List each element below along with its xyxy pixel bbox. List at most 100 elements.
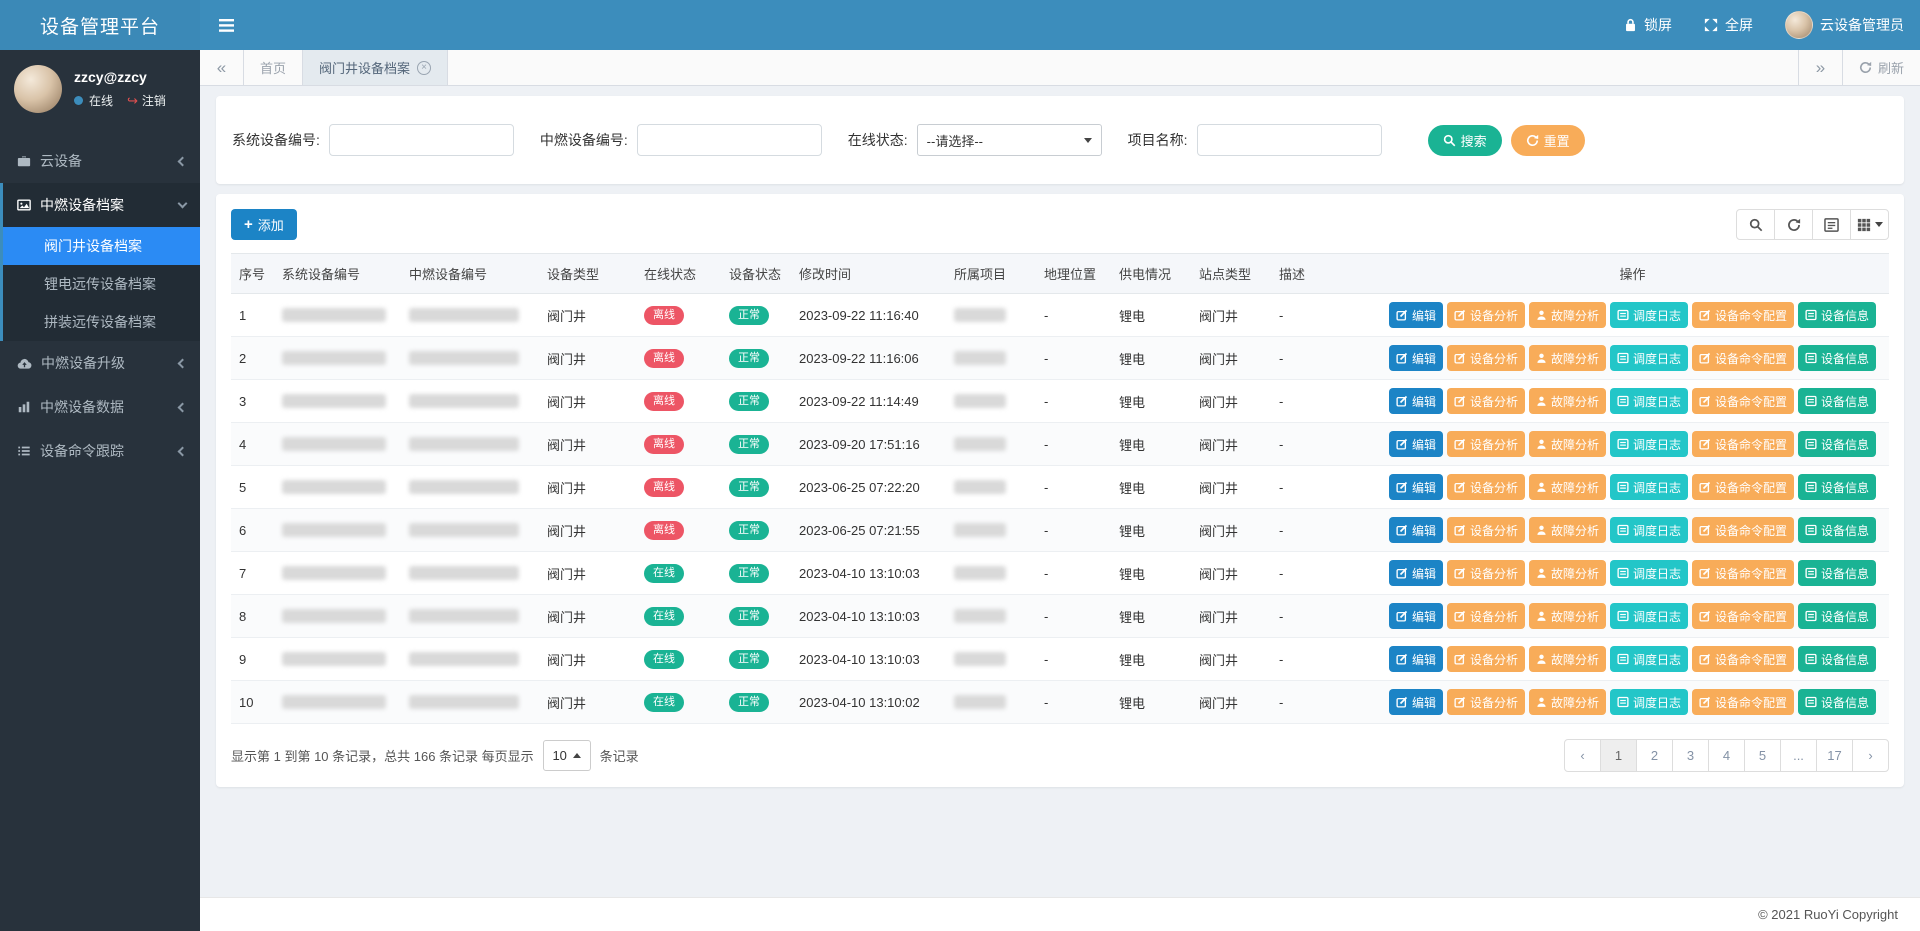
page-button[interactable]: 2 (1636, 739, 1673, 772)
fault-analysis-button[interactable]: 故障分析 (1529, 560, 1606, 586)
system-device-no-input[interactable] (329, 124, 514, 156)
fault-analysis-button[interactable]: 故障分析 (1529, 388, 1606, 414)
device-analysis-button[interactable]: 设备分析 (1447, 560, 1525, 586)
search-button[interactable]: 搜索 (1428, 125, 1502, 156)
edit-button[interactable]: 编辑 (1389, 646, 1443, 672)
online-status-select[interactable]: --请选择-- (917, 124, 1102, 156)
toolbar-columns-button[interactable] (1850, 209, 1889, 240)
sidebar-item-device-command-tracking[interactable]: 设备命令跟踪 (0, 429, 200, 473)
add-button[interactable]: + 添加 (231, 209, 297, 240)
dispatch-log-button[interactable]: 调度日志 (1610, 345, 1688, 371)
device-command-config-button[interactable]: 设备命令配置 (1692, 345, 1794, 371)
toolbar-detail-view-button[interactable] (1812, 209, 1851, 240)
device-analysis-button[interactable]: 设备分析 (1447, 517, 1525, 543)
gas-device-no-input[interactable] (637, 124, 822, 156)
sidebar-item-gas-device-data[interactable]: 中燃设备数据 (0, 385, 200, 429)
page-button[interactable]: 5 (1744, 739, 1781, 772)
sidebar-item-gas-device-archive[interactable]: 中燃设备档案 (3, 183, 200, 227)
fullscreen-button[interactable]: 全屏 (1688, 0, 1769, 50)
dispatch-log-button[interactable]: 调度日志 (1610, 560, 1688, 586)
fault-analysis-button[interactable]: 故障分析 (1529, 431, 1606, 457)
device-command-config-button[interactable]: 设备命令配置 (1692, 388, 1794, 414)
page-size-dropdown[interactable]: 10 (543, 740, 591, 771)
device-command-config-button[interactable]: 设备命令配置 (1692, 603, 1794, 629)
device-analysis-button[interactable]: 设备分析 (1447, 603, 1525, 629)
edit-button[interactable]: 编辑 (1389, 302, 1443, 328)
sidebar-item-gas-device-upgrade[interactable]: 中燃设备升级 (0, 341, 200, 385)
dispatch-log-button[interactable]: 调度日志 (1610, 431, 1688, 457)
device-analysis-button[interactable]: 设备分析 (1447, 388, 1525, 414)
dispatch-log-button[interactable]: 调度日志 (1610, 474, 1688, 500)
dispatch-log-button[interactable]: 调度日志 (1610, 646, 1688, 672)
reset-button[interactable]: 重置 (1511, 125, 1585, 156)
chevron-left-icon (178, 402, 188, 412)
edit-button[interactable]: 编辑 (1389, 431, 1443, 457)
device-analysis-button[interactable]: 设备分析 (1447, 474, 1525, 500)
device-info-button[interactable]: 设备信息 (1798, 646, 1876, 672)
device-command-config-button[interactable]: 设备命令配置 (1692, 646, 1794, 672)
sidebar-subitem-valve-well-archive[interactable]: 阀门井设备档案 (3, 227, 200, 265)
device-analysis-button[interactable]: 设备分析 (1447, 431, 1525, 457)
device-info-button[interactable]: 设备信息 (1798, 560, 1876, 586)
tab-valve-well-archive[interactable]: 阀门井设备档案 × (303, 50, 448, 85)
edit-button[interactable]: 编辑 (1389, 603, 1443, 629)
page-button[interactable]: 1 (1600, 739, 1637, 772)
close-tab-icon[interactable]: × (417, 61, 431, 75)
fault-analysis-button[interactable]: 故障分析 (1529, 302, 1606, 328)
device-command-config-button[interactable]: 设备命令配置 (1692, 560, 1794, 586)
dispatch-log-button[interactable]: 调度日志 (1610, 302, 1688, 328)
device-info-button[interactable]: 设备信息 (1798, 517, 1876, 543)
toolbar-search-button[interactable] (1736, 209, 1775, 240)
device-command-config-button[interactable]: 设备命令配置 (1692, 517, 1794, 543)
device-info-button[interactable]: 设备信息 (1798, 431, 1876, 457)
fault-analysis-button[interactable]: 故障分析 (1529, 474, 1606, 500)
device-command-config-button[interactable]: 设备命令配置 (1692, 431, 1794, 457)
edit-button[interactable]: 编辑 (1389, 388, 1443, 414)
sidebar-subitem-assembled-remote-archive[interactable]: 拼装远传设备档案 (3, 303, 200, 341)
device-info-button[interactable]: 设备信息 (1798, 388, 1876, 414)
fault-analysis-button[interactable]: 故障分析 (1529, 517, 1606, 543)
device-analysis-button[interactable]: 设备分析 (1447, 689, 1525, 715)
sidebar-toggle-button[interactable] (200, 0, 252, 50)
edit-button[interactable]: 编辑 (1389, 560, 1443, 586)
edit-button[interactable]: 编辑 (1389, 517, 1443, 543)
dispatch-log-button[interactable]: 调度日志 (1610, 517, 1688, 543)
edit-button[interactable]: 编辑 (1389, 474, 1443, 500)
device-analysis-button[interactable]: 设备分析 (1447, 302, 1525, 328)
edit-button[interactable]: 编辑 (1389, 345, 1443, 371)
dispatch-log-button[interactable]: 调度日志 (1610, 689, 1688, 715)
sidebar-item-cloud-device[interactable]: 云设备 (0, 139, 200, 183)
fault-analysis-button[interactable]: 故障分析 (1529, 689, 1606, 715)
edit-button[interactable]: 编辑 (1389, 689, 1443, 715)
fault-analysis-button[interactable]: 故障分析 (1529, 646, 1606, 672)
device-analysis-button[interactable]: 设备分析 (1447, 646, 1525, 672)
scroll-tabs-right-button[interactable]: » (1798, 50, 1842, 85)
dispatch-log-button[interactable]: 调度日志 (1610, 603, 1688, 629)
fault-analysis-button[interactable]: 故障分析 (1529, 603, 1606, 629)
toolbar-refresh-button[interactable] (1774, 209, 1813, 240)
refresh-tab-button[interactable]: 刷新 (1842, 50, 1920, 85)
next-page-button[interactable]: › (1852, 739, 1889, 772)
device-info-button[interactable]: 设备信息 (1798, 345, 1876, 371)
logout-button[interactable]: ↪ 注销 (127, 92, 166, 109)
dispatch-log-button[interactable]: 调度日志 (1610, 388, 1688, 414)
device-analysis-button[interactable]: 设备分析 (1447, 345, 1525, 371)
device-command-config-button[interactable]: 设备命令配置 (1692, 689, 1794, 715)
device-command-config-button[interactable]: 设备命令配置 (1692, 302, 1794, 328)
device-command-config-button[interactable]: 设备命令配置 (1692, 474, 1794, 500)
device-info-button[interactable]: 设备信息 (1798, 474, 1876, 500)
page-button[interactable]: 3 (1672, 739, 1709, 772)
device-info-button[interactable]: 设备信息 (1798, 302, 1876, 328)
tab-home[interactable]: 首页 (244, 50, 303, 85)
device-info-button[interactable]: 设备信息 (1798, 689, 1876, 715)
prev-page-button[interactable]: ‹ (1564, 739, 1601, 772)
lock-screen-button[interactable]: 锁屏 (1608, 0, 1688, 50)
device-info-button[interactable]: 设备信息 (1798, 603, 1876, 629)
page-button[interactable]: 4 (1708, 739, 1745, 772)
fault-analysis-button[interactable]: 故障分析 (1529, 345, 1606, 371)
sidebar-subitem-lithium-remote-archive[interactable]: 锂电远传设备档案 (3, 265, 200, 303)
scroll-tabs-left-button[interactable]: « (200, 50, 244, 85)
project-name-input[interactable] (1197, 124, 1382, 156)
user-menu[interactable]: 云设备管理员 (1769, 0, 1920, 50)
page-button[interactable]: 17 (1816, 739, 1853, 772)
